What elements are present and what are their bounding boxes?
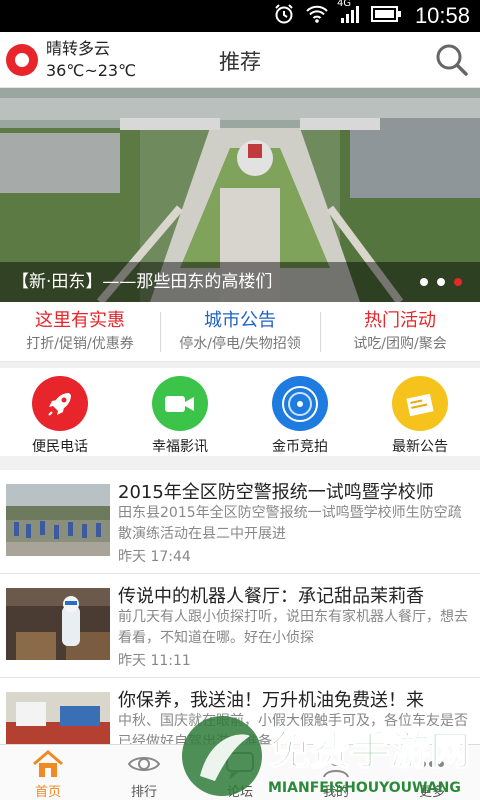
- carousel-dot[interactable]: [420, 278, 428, 286]
- news-description: 前几天有人跟小侦探打听，说田东有家机器人餐厅，想去看看，不知道在哪。好在小侦探: [118, 609, 468, 646]
- tab-ranking[interactable]: 排行: [96, 745, 192, 800]
- tab-forum[interactable]: 论坛: [192, 745, 288, 800]
- search-button[interactable]: [434, 42, 470, 78]
- more-icon: [420, 761, 444, 767]
- weather-condition: 晴转多云: [46, 39, 111, 58]
- home-icon: [33, 750, 63, 777]
- news-time: 昨天 17:44: [118, 549, 191, 565]
- rocket-icon: [32, 376, 88, 431]
- quick-link-movies[interactable]: 幸福影讯: [120, 368, 240, 456]
- news-item[interactable]: 2015年全区防空警报统一试鸣暨学校师 田东县2015年全区防空警报统一试鸣暨学…: [0, 470, 480, 574]
- search-icon: [436, 44, 468, 76]
- tab-home[interactable]: 首页: [0, 745, 96, 800]
- signal-icon: 4G: [337, 0, 361, 28]
- news-title: 传说中的机器人餐厅：承记甜品茉莉香: [118, 586, 424, 607]
- quick-link-label: 金币竞拍: [272, 439, 328, 455]
- sun-icon: [6, 44, 38, 76]
- video-camera-icon: [152, 376, 208, 431]
- quick-link-notice[interactable]: 最新公告: [360, 368, 480, 456]
- tab-label: 我的: [322, 785, 349, 800]
- quick-link-phone[interactable]: 便民电话: [0, 368, 120, 456]
- tab-more[interactable]: 更多: [384, 745, 480, 800]
- promo-deals[interactable]: 这里有实惠 打折/促销/优惠券: [0, 302, 160, 361]
- chat-icon: [226, 752, 254, 779]
- alarm-icon: [273, 3, 295, 29]
- promo-hot-events[interactable]: 热门活动 试吃/团购/聚会: [320, 302, 480, 361]
- quick-link-label: 幸福影讯: [152, 439, 208, 455]
- promo-title: 热门活动: [364, 310, 436, 331]
- promo-title: 这里有实惠: [35, 310, 125, 331]
- header: 晴转多云 36℃~23℃ 推荐: [0, 32, 480, 88]
- quick-link-label: 便民电话: [32, 439, 88, 455]
- promo-subtitle: 停水/停电/失物招领: [179, 336, 301, 352]
- carousel-dot-active[interactable]: [454, 278, 462, 286]
- news-title: 2015年全区防空警报统一试鸣暨学校师: [118, 482, 434, 503]
- carousel-dot[interactable]: [437, 278, 445, 286]
- promo-title: 城市公告: [204, 310, 276, 331]
- news-description: 田东县2015年全区防空警报统一试鸣暨学校师生防空疏散演练活动在县二中开展进: [118, 505, 462, 542]
- tab-label: 首页: [34, 785, 61, 800]
- bottom-tab-bar: 首页 排行 论坛 我的 更多: [0, 744, 480, 800]
- news-time: 昨天 11:11: [118, 653, 191, 669]
- user-icon: [323, 752, 349, 778]
- news-thumbnail: [6, 588, 110, 660]
- network-type: 4G: [336, 0, 352, 9]
- battery-icon: [370, 6, 401, 26]
- news-item[interactable]: 传说中的机器人餐厅：承记甜品茉莉香 前几天有人跟小侦探打听，说田东有家机器人餐厅…: [0, 574, 480, 678]
- clock: 10:58: [414, 3, 470, 28]
- promo-row: 这里有实惠 打折/促销/优惠券 城市公告 停水/停电/失物招领 热门活动 试吃/…: [0, 302, 480, 362]
- promo-subtitle: 试吃/团购/聚会: [353, 336, 447, 352]
- quick-links: 便民电话 幸福影讯 金币竞拍 最新公告: [0, 368, 480, 456]
- quick-link-auction[interactable]: 金币竞拍: [240, 368, 360, 456]
- banner-carousel[interactable]: 【新·田东】——那些田东的高楼们: [0, 88, 480, 302]
- eye-icon: [127, 757, 161, 771]
- tab-mine[interactable]: 我的: [288, 745, 384, 800]
- status-bar: 4G 10:58: [0, 0, 480, 32]
- tab-label: 论坛: [226, 785, 253, 800]
- news-title: 你保养，我送油！万升机油免费送！来: [118, 690, 424, 711]
- promo-city-notice[interactable]: 城市公告 停水/停电/失物招领: [160, 302, 320, 361]
- tab-label: 更多: [418, 785, 445, 800]
- tab-label: 排行: [130, 785, 157, 800]
- quick-link-label: 最新公告: [392, 439, 448, 455]
- banner-caption[interactable]: 【新·田东】——那些田东的高楼们: [0, 262, 480, 302]
- promo-subtitle: 打折/促销/优惠券: [26, 336, 134, 352]
- news-list: 2015年全区防空警报统一试鸣暨学校师 田东县2015年全区防空警报统一试鸣暨学…: [0, 470, 480, 782]
- notice-icon: [392, 376, 448, 431]
- carousel-dots: [420, 278, 462, 286]
- section-divider: [0, 456, 480, 470]
- coin-icon: [272, 376, 328, 431]
- news-thumbnail: [6, 484, 110, 556]
- weather-widget[interactable]: 晴转多云 36℃~23℃: [6, 38, 136, 82]
- wifi-icon: [305, 4, 329, 28]
- weather-temperature: 36℃~23℃: [46, 61, 137, 80]
